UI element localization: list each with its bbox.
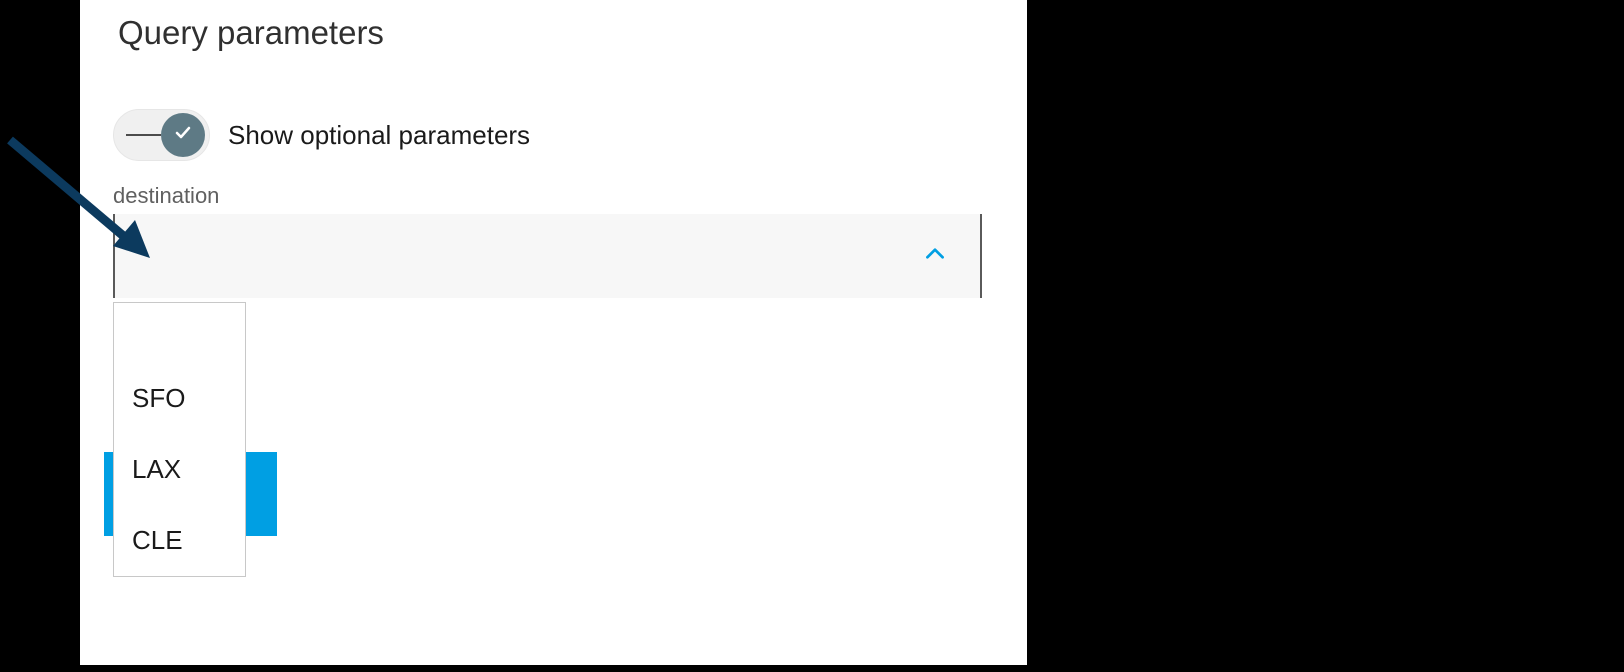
- destination-select[interactable]: [113, 214, 982, 298]
- destination-dropdown: SFO LAX CLE: [113, 302, 246, 577]
- annotation-arrow-icon: [0, 130, 200, 305]
- dropdown-option-cle[interactable]: CLE: [114, 505, 245, 576]
- query-panel: Query parameters Show optional parameter…: [80, 0, 1027, 665]
- highlight-bar-right: [245, 452, 277, 536]
- section-heading: Query parameters: [118, 14, 384, 52]
- dropdown-option-lax[interactable]: LAX: [114, 434, 245, 505]
- chevron-up-icon: [922, 241, 948, 272]
- dropdown-option-sfo[interactable]: SFO: [114, 363, 245, 434]
- toggle-label: Show optional parameters: [228, 120, 530, 151]
